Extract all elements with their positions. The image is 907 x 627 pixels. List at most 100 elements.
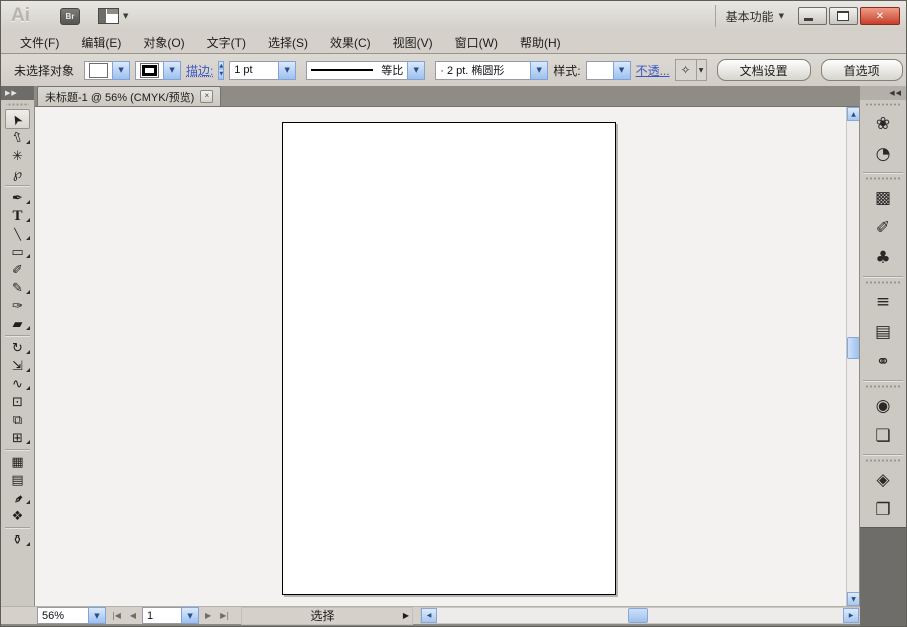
menu-file[interactable]: 文件(F) xyxy=(9,32,70,53)
select-similar-button[interactable]: ✧ ▼ xyxy=(675,59,707,81)
tools-panel-grip-handle[interactable] xyxy=(6,102,29,107)
tool-mesh[interactable]: ▦ xyxy=(1,453,34,471)
menu-help[interactable]: 帮助(H) xyxy=(509,32,572,53)
stroke-weight-dropdown[interactable]: 1 pt ▼ xyxy=(229,61,296,80)
opacity-link[interactable]: 不透... xyxy=(636,62,670,79)
dock-grip-handle[interactable] xyxy=(865,102,901,107)
document-setup-button[interactable]: 文档设置 xyxy=(717,59,811,81)
close-button[interactable]: ✕ xyxy=(860,7,900,25)
tool-pencil[interactable]: ✎ xyxy=(1,279,34,297)
dock-grip-handle[interactable] xyxy=(865,176,901,181)
zoom-level-dropdown[interactable]: 56% ▼ xyxy=(37,607,106,624)
panel-button-symbols[interactable]: ♣ xyxy=(860,243,906,273)
stroke-panel-icon: ≡ xyxy=(876,292,890,312)
panel-button-color-guide[interactable]: ◔ xyxy=(860,139,906,169)
tool-selection[interactable]: ➤ xyxy=(5,109,30,129)
menu-effect[interactable]: 效果(C) xyxy=(319,32,382,53)
tool-direct-selection[interactable]: ⇧ xyxy=(1,129,34,147)
panel-button-color[interactable]: ❀ xyxy=(860,109,906,139)
menu-type[interactable]: 文字(T) xyxy=(196,32,257,53)
panel-button-artboards[interactable]: ❐ xyxy=(860,495,906,525)
canvas-pasteboard[interactable]: ▲ ▼ xyxy=(35,107,860,606)
width-profile-dropdown[interactable]: 等比 ▼ xyxy=(306,61,425,80)
panel-button-transparency[interactable]: ⚭ xyxy=(860,347,906,377)
menu-select[interactable]: 选择(S) xyxy=(257,32,319,53)
dock-group: ◈❐ xyxy=(860,465,906,527)
panel-button-brushes[interactable]: ✐ xyxy=(860,213,906,243)
dock-expand-icon[interactable]: ◀◀ xyxy=(860,86,906,100)
tool-line[interactable]: ╲ xyxy=(1,225,34,243)
scroll-left-icon[interactable]: ◀ xyxy=(421,608,437,623)
chevron-down-icon: ▼ xyxy=(123,12,128,20)
tool-magic-wand[interactable]: ✳ xyxy=(1,147,34,165)
fill-color-dropdown[interactable]: ▼ xyxy=(84,61,130,80)
tool-rectangle[interactable]: ▭ xyxy=(1,243,34,261)
panel-button-stroke[interactable]: ≡ xyxy=(860,287,906,317)
document-tab-close-icon[interactable]: × xyxy=(200,90,213,103)
workspace-chevron-down-icon[interactable]: ▼ xyxy=(779,12,784,20)
horizontal-scrollbar[interactable]: ◀ ▶ xyxy=(420,607,860,624)
tool-paintbrush[interactable]: ✐ xyxy=(1,261,34,279)
last-artboard-button[interactable]: ▶| xyxy=(217,611,232,620)
tool-gradient[interactable]: ▤ xyxy=(1,471,34,489)
preferences-button[interactable]: 首选项 xyxy=(821,59,903,81)
scroll-right-icon[interactable]: ▶ xyxy=(843,608,859,623)
document-tab[interactable]: 未标题-1 @ 56% (CMYK/预览) × xyxy=(37,86,221,106)
panel-button-graphic-styles[interactable]: ❏ xyxy=(860,421,906,451)
artboard-number-dropdown[interactable]: 1 ▼ xyxy=(142,607,199,624)
stroke-weight-stepper[interactable]: ▲▼ xyxy=(218,61,224,80)
workspace-name-label[interactable]: 基本功能 xyxy=(726,8,774,25)
dock-grip-handle[interactable] xyxy=(865,458,901,463)
tool-symbol-sprayer[interactable]: ⚱ xyxy=(1,531,34,549)
horizontal-scrollbar-thumb[interactable] xyxy=(628,608,648,623)
brush-definition-dropdown[interactable]: · 2 pt. 椭圆形 ▼ xyxy=(435,61,548,80)
tools-panel-expand-icon[interactable]: ▶▶ xyxy=(1,86,34,100)
previous-artboard-button[interactable]: ◀ xyxy=(127,611,139,620)
minimize-button[interactable] xyxy=(798,7,827,25)
tool-type[interactable]: T xyxy=(1,207,34,225)
first-artboard-button[interactable]: |◀ xyxy=(109,611,124,620)
menu-edit[interactable]: 编辑(E) xyxy=(70,32,132,53)
vertical-scrollbar[interactable]: ▲ ▼ xyxy=(846,107,860,606)
menu-object[interactable]: 对象(O) xyxy=(132,32,195,53)
tool-width[interactable]: ∿ xyxy=(1,375,34,393)
tool-blob-brush[interactable]: ✑ xyxy=(1,297,34,315)
stroke-color-dropdown[interactable]: ▼ xyxy=(135,61,181,80)
panel-button-appearance[interactable]: ◉ xyxy=(860,391,906,421)
brushes-panel-icon: ✐ xyxy=(876,218,890,238)
tool-eraser[interactable]: ▰ xyxy=(1,315,34,333)
toolbar-divider xyxy=(5,527,30,529)
menu-window[interactable]: 窗口(W) xyxy=(444,32,509,53)
horizontal-scroll-track[interactable] xyxy=(437,608,843,623)
menu-view[interactable]: 视图(V) xyxy=(382,32,444,53)
panel-button-layers[interactable]: ◈ xyxy=(860,465,906,495)
panel-button-gradient[interactable]: ▤ xyxy=(860,317,906,347)
tool-lasso[interactable]: ℘ xyxy=(1,165,34,183)
select-similar-chevron-icon: ▼ xyxy=(696,60,706,80)
next-artboard-button[interactable]: ▶ xyxy=(202,611,214,620)
restore-button[interactable] xyxy=(829,7,858,25)
document-tab-title: 未标题-1 @ 56% (CMYK/预览) xyxy=(45,89,194,105)
artboard[interactable] xyxy=(282,122,616,595)
stroke-panel-link[interactable]: 描边: xyxy=(186,62,213,79)
tool-shape-builder[interactable]: ⧉ xyxy=(1,411,34,429)
tool-pen[interactable]: ✒ xyxy=(1,189,34,207)
status-display[interactable]: 选择 ▶ xyxy=(241,607,413,625)
toolbar-divider xyxy=(5,449,30,451)
tool-rotate[interactable]: ↻ xyxy=(1,339,34,357)
workspace-layout-switcher[interactable]: ▼ xyxy=(98,8,128,24)
tool-blend[interactable]: ❖ xyxy=(1,507,34,525)
dock-grip-handle[interactable] xyxy=(865,280,901,285)
tool-perspective-grid[interactable]: ⊞ xyxy=(1,429,34,447)
bridge-button[interactable]: Br xyxy=(60,8,80,25)
style-dropdown[interactable]: ▼ xyxy=(586,61,631,80)
stroke-profile-preview xyxy=(311,69,373,71)
status-flyout-icon[interactable]: ▶ xyxy=(403,611,412,620)
dock-grip-handle[interactable] xyxy=(865,384,901,389)
tool-eyedropper[interactable]: ✒ xyxy=(1,489,34,507)
tool-scale[interactable]: ⇲ xyxy=(1,357,34,375)
panel-dock: ◀◀ ❀◔ ▩ ✐ ♣ ≡ ▤ ⚭ ◉❏ ◈❐ xyxy=(859,86,906,626)
panel-button-swatches[interactable]: ▩ xyxy=(860,183,906,213)
gradient-panel-icon: ▤ xyxy=(875,322,891,342)
tool-free-transform[interactable]: ⊡ xyxy=(1,393,34,411)
